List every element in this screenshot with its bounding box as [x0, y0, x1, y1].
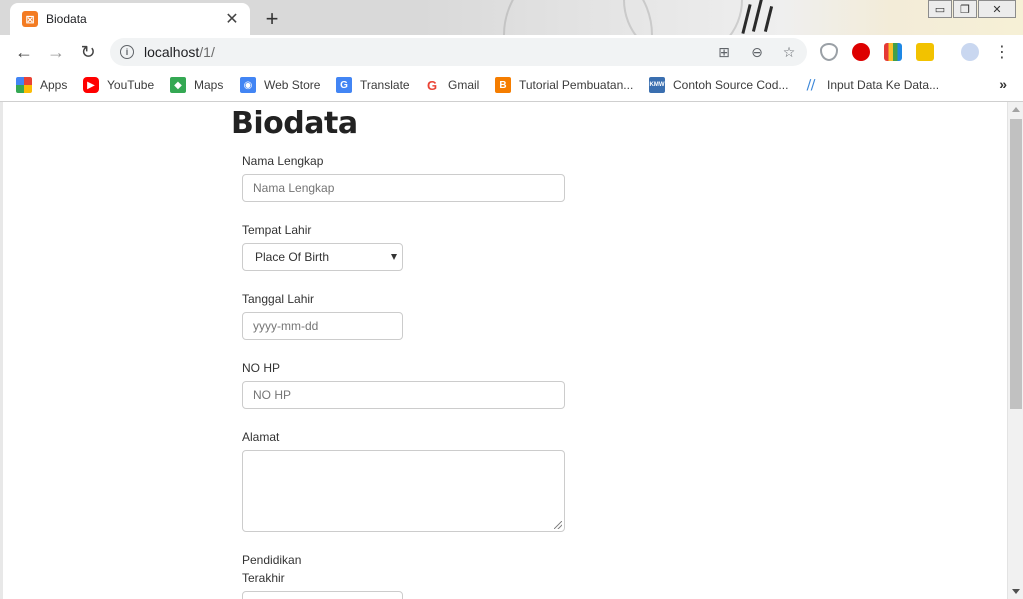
blogger-icon: B	[495, 77, 511, 93]
page-left-edge	[0, 102, 3, 599]
no-hp-input[interactable]	[242, 381, 565, 409]
youtube-icon: ▶	[83, 77, 99, 93]
tanggal-lahir-label: Tanggal Lahir	[242, 292, 315, 306]
page-viewport: Biodata Nama Lengkap Tempat Lahir Place …	[0, 102, 1023, 599]
bookmark-label: Maps	[194, 78, 224, 92]
alamat-textarea[interactable]	[242, 450, 565, 532]
info-icon[interactable]: i	[120, 45, 134, 59]
colorful-extension-icon[interactable]	[884, 43, 902, 61]
bookmark-label: Gmail	[448, 78, 480, 92]
bookmark-webstore[interactable]: ◉ Web Store	[240, 76, 320, 94]
minimize-button[interactable]: ▭	[928, 0, 952, 18]
maps-icon: ◆	[170, 77, 186, 93]
scrollbar-thumb[interactable]	[1010, 119, 1022, 409]
google-icon: G	[424, 77, 440, 93]
bookmark-label: Contoh Source Cod...	[673, 78, 789, 92]
translate-icon: G	[336, 77, 352, 93]
browser-toolbar: ← → ↻ i localhost/1/ ⊞ ⊖ ☆ ⋮	[0, 35, 1023, 68]
bookmark-tutorial[interactable]: B Tutorial Pembuatan...	[495, 76, 633, 94]
tab-title: Biodata	[46, 12, 87, 26]
bookmark-input-data[interactable]: ⧸⧸ Input Data Ke Data...	[803, 76, 939, 94]
scroll-down-arrow-icon[interactable]	[1012, 589, 1020, 594]
profile-avatar[interactable]	[961, 43, 979, 61]
bookmark-label: YouTube	[107, 78, 155, 92]
browser-tab[interactable]: ⊠ Biodata ✕	[10, 3, 250, 35]
bookmark-label: Input Data Ke Data...	[827, 78, 940, 92]
apps-grid-icon	[16, 77, 32, 93]
shield-extension-icon[interactable]	[820, 43, 838, 61]
browser-chrome: ⊠ Biodata ✕ + ▭ ❐ ✕ ← → ↻ i localhost/1/…	[0, 0, 1023, 102]
game-extension-icon[interactable]	[916, 43, 934, 61]
close-icon[interactable]: ✕	[224, 9, 240, 29]
bookmarks-overflow-button[interactable]: »	[999, 76, 1007, 92]
tanggal-lahir-input[interactable]	[242, 312, 403, 340]
back-button[interactable]: ←	[11, 39, 37, 65]
url-text: localhost/1/	[144, 44, 215, 60]
bookmark-gmail[interactable]: G Gmail	[424, 76, 479, 94]
adblock-extension-icon[interactable]	[852, 43, 870, 61]
forward-button[interactable]: →	[43, 39, 69, 65]
nama-lengkap-input[interactable]	[242, 174, 565, 202]
bookmark-label: Tutorial Pembuatan...	[519, 78, 634, 92]
zoom-icon[interactable]: ⊖	[747, 42, 767, 62]
pendidikan-label-line2: Terakhir	[242, 571, 285, 585]
nama-lengkap-label: Nama Lengkap	[242, 154, 324, 168]
scroll-up-arrow-icon[interactable]	[1012, 107, 1020, 112]
pendidikan-label-line1: Pendidikan	[242, 553, 302, 567]
bookmark-translate[interactable]: G Translate	[336, 76, 410, 94]
tempat-lahir-selected-value: Place Of Birth	[255, 250, 330, 264]
resize-grip-icon[interactable]	[554, 521, 562, 529]
chevron-down-icon	[391, 254, 397, 260]
tempat-lahir-select[interactable]: Place Of Birth	[242, 243, 403, 271]
tempat-lahir-label: Tempat Lahir	[242, 223, 312, 237]
bookmark-maps[interactable]: ◆ Maps	[170, 76, 223, 94]
tab-strip: ⊠ Biodata ✕ + ▭ ❐ ✕	[0, 0, 1023, 35]
bookmark-youtube[interactable]: ▶ YouTube	[83, 76, 154, 94]
bookmark-star-icon[interactable]: ☆	[779, 42, 799, 62]
bookmark-label: Apps	[40, 78, 68, 92]
page-title: Biodata	[231, 106, 358, 141]
bookmark-contoh[interactable]: KMW Contoh Source Cod...	[649, 76, 788, 94]
bookmarks-bar: Apps ▶ YouTube ◆ Maps ◉ Web Store G Tran…	[0, 68, 1023, 102]
bookmark-apps[interactable]: Apps	[16, 76, 67, 94]
alamat-label: Alamat	[242, 430, 280, 444]
no-hp-label: NO HP	[242, 361, 281, 375]
webstore-icon: ◉	[240, 77, 256, 93]
translate-icon[interactable]: ⊞	[714, 42, 734, 62]
reload-button[interactable]: ↻	[75, 39, 101, 65]
pendidikan-select[interactable]	[242, 591, 403, 599]
xampp-icon: ⊠	[22, 11, 38, 27]
kmw-icon: KMW	[649, 77, 665, 93]
bookmark-label: Web Store	[264, 78, 321, 92]
vertical-scrollbar[interactable]	[1007, 102, 1023, 599]
window-close-button[interactable]: ✕	[978, 0, 1016, 18]
menu-kebab-icon[interactable]: ⋮	[989, 39, 1015, 65]
wix-icon: ⧸⧸	[803, 77, 819, 93]
new-tab-button[interactable]: +	[259, 6, 285, 32]
restore-button[interactable]: ❐	[953, 0, 977, 18]
bookmark-label: Translate	[360, 78, 410, 92]
address-bar[interactable]: i localhost/1/ ⊞ ⊖ ☆	[110, 38, 807, 66]
